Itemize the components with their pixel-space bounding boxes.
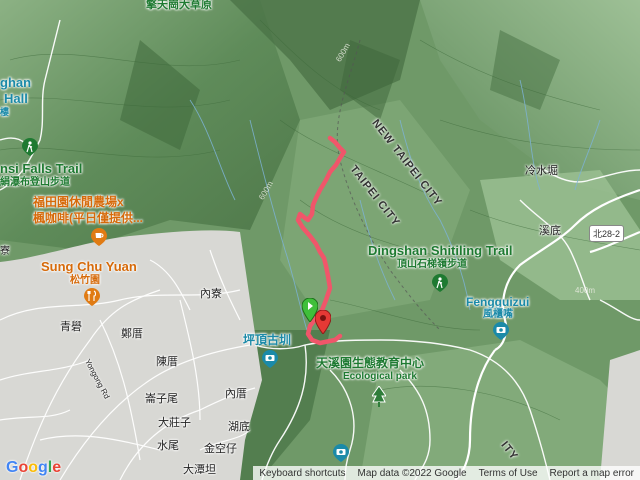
label-farm-line2: 楓咖啡(平日僅提供...: [33, 211, 143, 225]
label-fengguizui-en: Fengguizui: [466, 295, 530, 309]
report-map-error-link[interactable]: Report a map error: [544, 468, 640, 479]
terrain-map[interactable]: 擎天崗大草原 ghan Hall 樓 nsi Falls Trail 絹瀑布登山…: [0, 0, 640, 480]
park-tree-icon[interactable]: [371, 385, 387, 413]
keyboard-shortcuts-link[interactable]: Keyboard shortcuts: [253, 468, 351, 479]
label-falls-trail-zh: 絹瀑布登山步道: [0, 177, 70, 188]
camera-icon-south[interactable]: [333, 444, 349, 467]
camera-icon-pingding[interactable]: [262, 350, 278, 373]
hiker-icon[interactable]: [22, 138, 38, 161]
label-farm-line1: 福田園休閒農場x: [33, 195, 124, 209]
label-sung-chu-yuan-en: Sung Chu Yuan: [41, 259, 137, 274]
road-shield-bei28-2: 北28-2: [589, 225, 625, 242]
map-footer: Keyboard shortcuts Map data ©2022 Google…: [253, 466, 640, 480]
cafe-icon[interactable]: [91, 228, 107, 251]
label-neiliao: 內寮: [200, 288, 222, 300]
label-datancuo: 大潭坦: [183, 464, 216, 476]
label-tianxiyuan-en: Ecological park: [343, 371, 417, 382]
elevation-label-400: 400m: [575, 286, 596, 295]
label-dingshan-trail-en: Dingshan Shitiling Trail: [368, 243, 513, 258]
label-dazhuangzi: 大莊子: [158, 417, 191, 429]
hiker-icon-dingshan[interactable]: [432, 274, 448, 297]
label-dingshan-trail-zh: 頂山石梯嶺步道: [397, 259, 467, 270]
label-zizhaizi: 崙子尾: [145, 393, 178, 405]
label-hall-zh: 樓: [0, 107, 10, 117]
label-shuiwei: 水尾: [157, 440, 179, 452]
label-tianxiyuan-zh: 天溪園生態教育中心: [316, 356, 425, 370]
label-xidi: 溪底: [539, 225, 561, 237]
label-left-edge: 寮: [0, 246, 10, 257]
track-end-marker-icon[interactable]: [314, 309, 332, 339]
label-hall-partial-a: ghan: [0, 75, 32, 90]
label-chencuo: 陳厝: [156, 356, 178, 368]
terms-of-use-link[interactable]: Terms of Use: [473, 468, 544, 479]
label-pingding-canal: 坪頂古圳: [243, 333, 292, 347]
label-qingtiangang: 擎天崗大草原: [146, 0, 212, 11]
label-hall-partial-b: Hall: [4, 91, 28, 106]
label-falls-trail-en: nsi Falls Trail: [0, 161, 83, 176]
label-fengguizui-zh: 風櫃嘴: [483, 309, 513, 320]
label-jinkongzi: 金空仔: [204, 443, 237, 455]
google-logo[interactable]: Google: [6, 459, 61, 477]
label-lengshuikeng: 冷水堀: [525, 165, 558, 177]
label-sung-chu-yuan-zh: 松竹園: [70, 275, 100, 286]
label-qingyi: 青礐: [60, 321, 82, 333]
camera-icon-fengguizui[interactable]: [493, 322, 509, 345]
map-data-attribution: Map data ©2022 Google: [357, 467, 467, 479]
label-zhengcuo: 鄭厝: [121, 328, 143, 340]
restaurant-icon[interactable]: [84, 288, 100, 311]
label-neicuo: 內厝: [225, 388, 247, 400]
label-hudi: 湖底: [228, 421, 250, 433]
